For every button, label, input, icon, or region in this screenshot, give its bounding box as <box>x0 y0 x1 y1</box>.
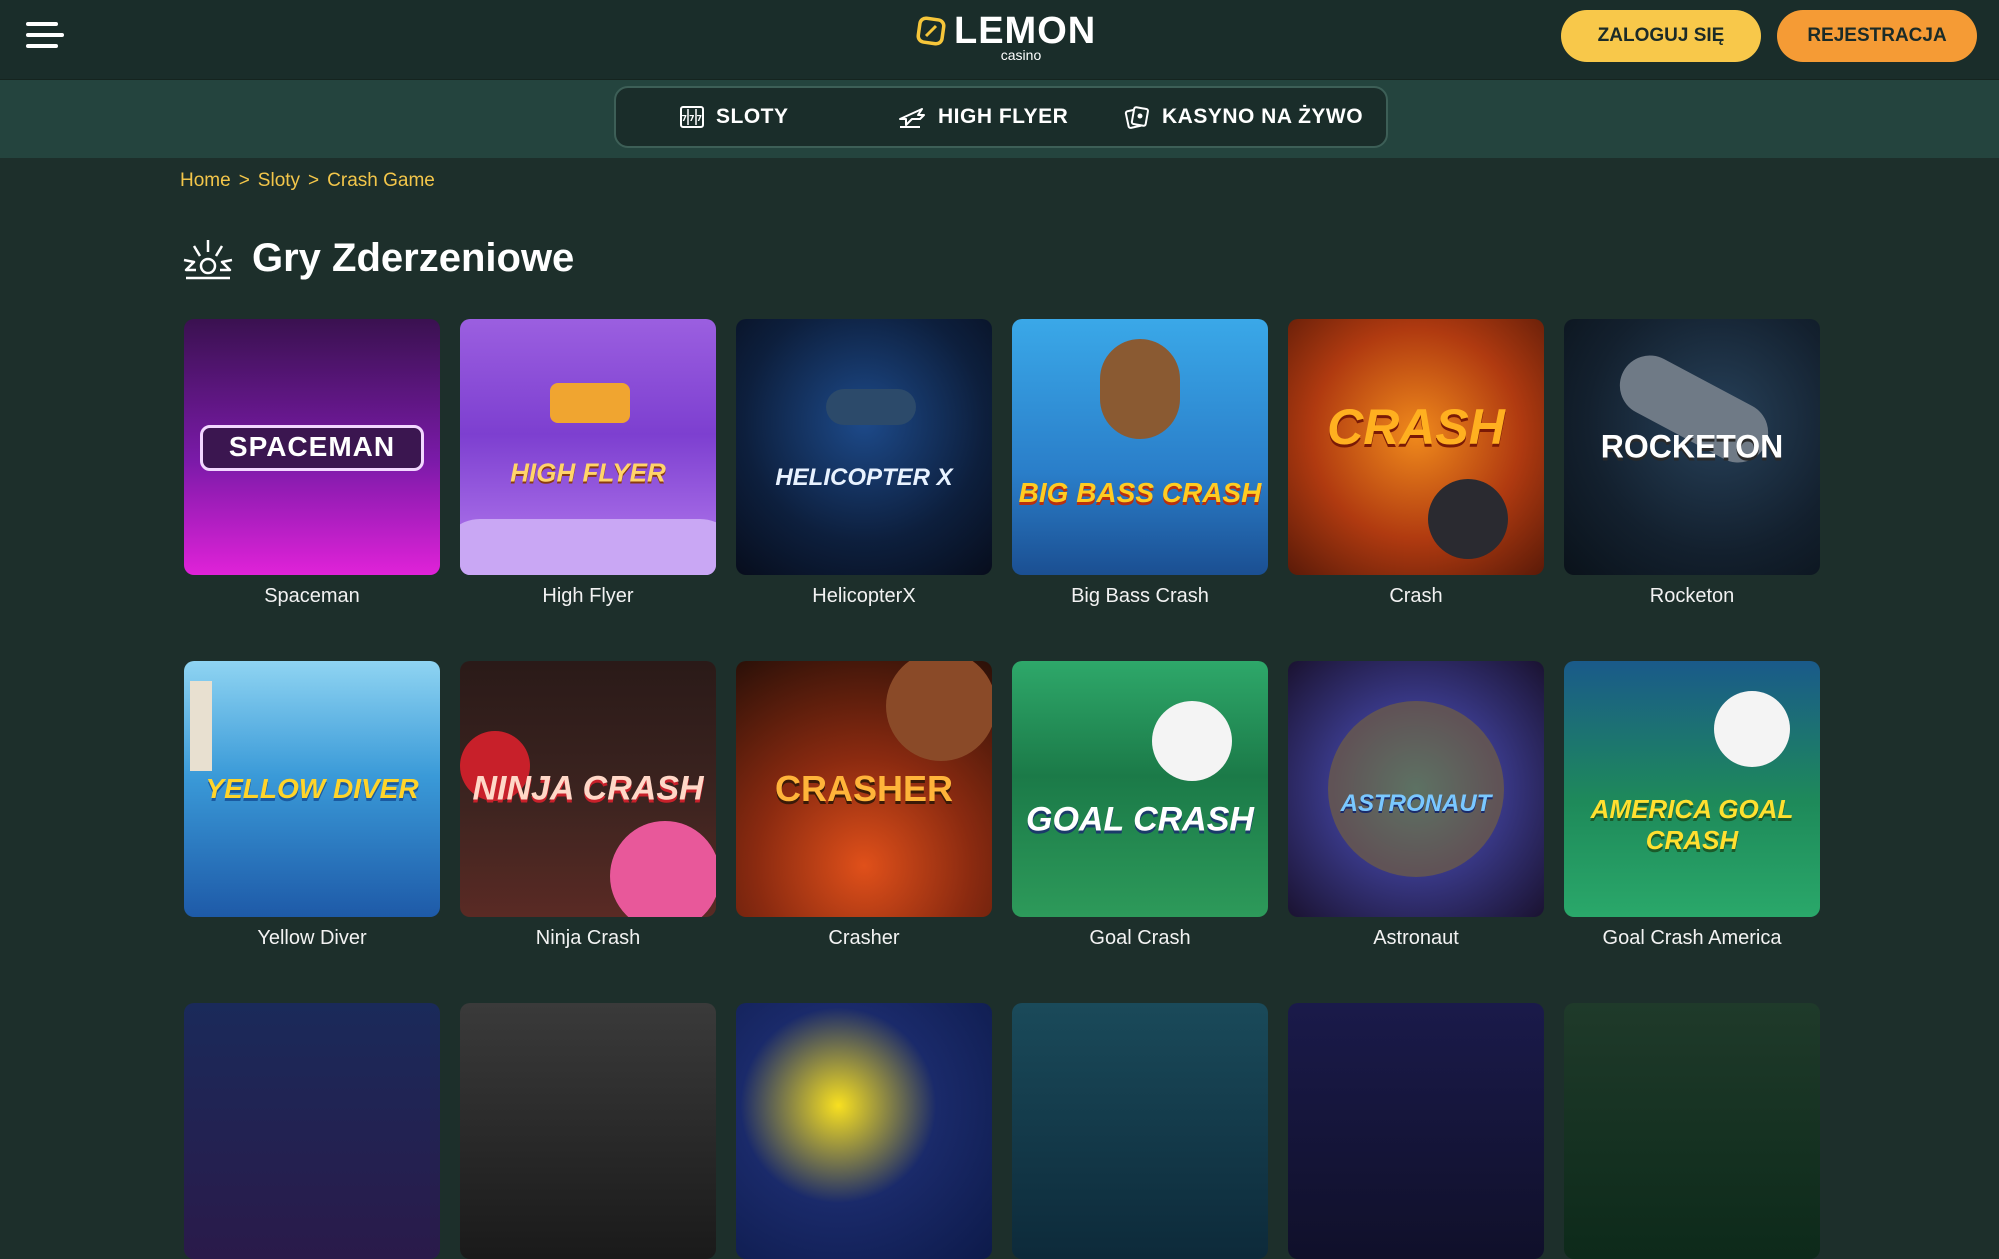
game-name: Big Bass Crash <box>1071 585 1209 607</box>
logo-text: LEMON <box>954 10 1097 52</box>
game-art-title: ASTRONAUT <box>1340 790 1492 818</box>
nav-item-label: SLOTY <box>716 105 789 128</box>
game-art-title: GOAL CRASH <box>1026 800 1254 839</box>
game-name: Spaceman <box>264 585 360 607</box>
game-art-title: CRASHER <box>774 768 953 809</box>
game-art-title: BIG BASS CRASH <box>1018 477 1262 509</box>
game-name: High Flyer <box>542 585 634 607</box>
game-card-partial[interactable] <box>1288 1003 1544 1259</box>
nav-item-sloty[interactable]: 7 7 7 SLOTY <box>680 88 789 146</box>
game-card-spaceman[interactable]: SPACEMAN Spaceman <box>184 319 440 607</box>
game-thumbnail: NINJA CRASH <box>460 661 716 917</box>
breadcrumb-separator: > <box>308 170 320 191</box>
breadcrumb-crash-game[interactable]: Crash Game <box>327 170 435 192</box>
game-art-title: HELICOPTER X <box>775 463 953 491</box>
svg-text:7: 7 <box>681 114 687 123</box>
game-card-partial[interactable] <box>1564 1003 1820 1259</box>
game-name: Yellow Diver <box>257 927 367 949</box>
game-thumbnail: SPACEMAN <box>184 319 440 575</box>
game-thumbnail <box>1012 1003 1268 1259</box>
login-button[interactable]: ZALOGUJ SIĘ <box>1561 10 1761 62</box>
cards-icon <box>1124 106 1149 129</box>
register-button[interactable]: REJESTRACJA <box>1777 10 1977 62</box>
game-card-partial[interactable] <box>736 1003 992 1259</box>
svg-text:7: 7 <box>689 114 695 123</box>
game-card-astronaut[interactable]: ASTRONAUT Astronaut <box>1288 661 1544 949</box>
game-thumbnail: GOAL CRASH <box>1012 661 1268 917</box>
nav-item-kasyno-na-zywo[interactable]: KASYNO NA ŻYWO <box>1124 88 1363 146</box>
game-name: Astronaut <box>1373 927 1459 949</box>
game-thumbnail <box>1288 1003 1544 1259</box>
game-card-yellow-diver[interactable]: YELLOW DIVER Yellow Diver <box>184 661 440 949</box>
game-name: Crash <box>1389 585 1443 607</box>
lemon-logo-icon <box>916 16 946 46</box>
page-heading: Gry Zderzeniowe <box>180 230 574 286</box>
game-thumbnail: HELICOPTER X <box>736 319 992 575</box>
nav-item-label: HIGH FLYER <box>938 105 1069 128</box>
game-name: Goal Crash <box>1089 927 1191 949</box>
slots-icon: 7 7 7 <box>680 106 704 128</box>
game-art-title: CRASH <box>1327 398 1505 455</box>
game-name: Rocketon <box>1649 585 1735 607</box>
game-card-goal-crash[interactable]: GOAL CRASH Goal Crash <box>1012 661 1268 949</box>
game-art-title: AMERICA GOAL CRASH <box>1590 793 1794 855</box>
category-nav: 7 7 7 SLOTY HIGH FLYER KASYNO NA ŻYWO <box>614 86 1388 148</box>
game-name: HelicopterX <box>812 585 916 607</box>
game-art-title: HIGH FLYER <box>510 457 666 488</box>
game-card-crash[interactable]: CRASH Crash <box>1288 319 1544 607</box>
breadcrumb: Home > Sloty > Crash Game <box>180 168 435 194</box>
game-thumbnail: CRASH <box>1288 319 1544 575</box>
logo[interactable]: LEMON casino <box>916 10 1095 62</box>
top-header: LEMON casino ZALOGUJ SIĘ REJESTRACJA <box>0 0 1999 80</box>
game-thumbnail <box>184 1003 440 1259</box>
breadcrumb-sloty[interactable]: Sloty <box>258 170 300 192</box>
game-name: Goal Crash America <box>1602 927 1782 949</box>
game-card-crasher[interactable]: CRASHER Crasher <box>736 661 992 949</box>
game-thumbnail <box>1564 1003 1820 1259</box>
logo-subtitle: casino <box>1000 47 1042 63</box>
game-thumbnail: ROCKETON <box>1564 319 1820 575</box>
breadcrumb-separator: > <box>238 170 250 191</box>
game-thumbnail: CRASHER <box>736 661 992 917</box>
menu-icon[interactable] <box>24 18 66 52</box>
breadcrumb-home[interactable]: Home <box>180 170 231 192</box>
game-card-ninja-crash[interactable]: NINJA CRASH Ninja Crash <box>460 661 716 949</box>
game-art-title: NINJA CRASH <box>472 769 704 808</box>
game-card-high-flyer[interactable]: HIGH FLYER High Flyer <box>460 319 716 607</box>
game-card-partial[interactable] <box>460 1003 716 1259</box>
svg-text:7: 7 <box>696 114 702 123</box>
game-thumbnail: HIGH FLYER <box>460 319 716 575</box>
game-card-big-bass-crash[interactable]: BIG BASS CRASH Big Bass Crash <box>1012 319 1268 607</box>
game-name: Crasher <box>828 927 900 949</box>
game-thumbnail: ASTRONAUT <box>1288 661 1544 917</box>
game-name: Ninja Crash <box>535 927 641 949</box>
game-thumbnail: AMERICA GOAL CRASH <box>1564 661 1820 917</box>
game-card-goal-crash-america[interactable]: AMERICA GOAL CRASH Goal Crash America <box>1564 661 1820 949</box>
game-card-rocketon[interactable]: ROCKETON Rocketon <box>1564 319 1820 607</box>
game-thumbnail: YELLOW DIVER <box>184 661 440 917</box>
nav-item-high-flyer[interactable]: HIGH FLYER <box>898 88 1068 146</box>
explosion-icon <box>183 240 233 280</box>
game-card-helicopterx[interactable]: HELICOPTER X HelicopterX <box>736 319 992 607</box>
game-card-partial[interactable] <box>184 1003 440 1259</box>
game-art-title: YELLOW DIVER <box>205 773 419 804</box>
game-thumbnail <box>460 1003 716 1259</box>
game-thumbnail: BIG BASS CRASH <box>1012 319 1268 575</box>
airplane-icon <box>899 108 925 128</box>
page-title: Gry Zderzeniowe <box>252 235 575 280</box>
game-card-partial[interactable] <box>1012 1003 1268 1259</box>
category-nav-band: 7 7 7 SLOTY HIGH FLYER KASYNO NA ŻYWO <box>0 80 1999 158</box>
nav-item-label: KASYNO NA ŻYWO <box>1162 105 1364 128</box>
game-thumbnail <box>736 1003 992 1259</box>
game-art-title: ROCKETON <box>1600 428 1784 465</box>
game-art-title: SPACEMAN <box>228 431 396 462</box>
